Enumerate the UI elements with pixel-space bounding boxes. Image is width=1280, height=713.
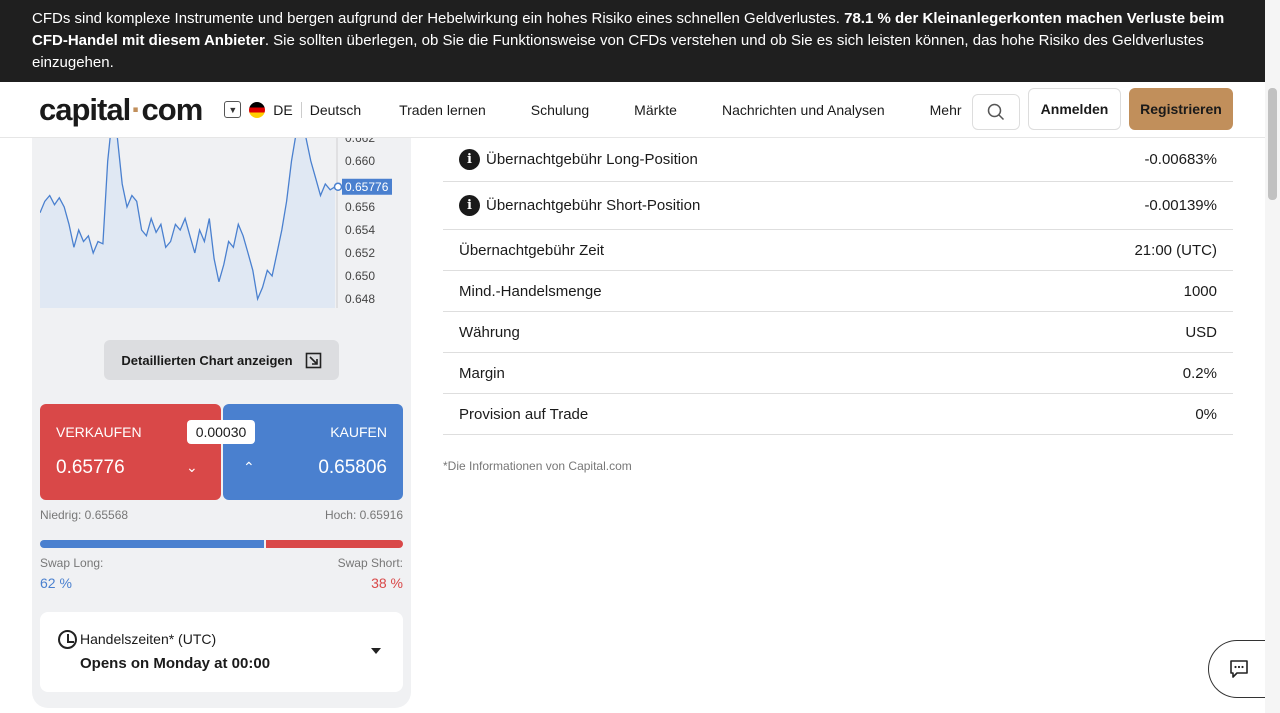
price-chart[interactable]: 0.6620.6600.6580.6560.6540.6520.6500.648… — [40, 138, 395, 308]
row-value: 21:00 (UTC) — [1134, 241, 1217, 259]
high-value: Hoch: 0.65916 — [324, 508, 403, 522]
row-label: Übernachtgebühr Zeit — [459, 241, 605, 259]
scrollbar-thumb[interactable] — [1268, 88, 1277, 200]
row-label: Margin — [459, 364, 505, 382]
swap-long-label: Swap Long: — [40, 556, 104, 570]
low-high-range: Niedrig: 0.65568 Hoch: 0.65916 — [40, 508, 403, 522]
row-value: 1000 — [1183, 282, 1217, 300]
row-value: -0.00139% — [1144, 197, 1217, 214]
expand-icon — [305, 352, 321, 368]
search-icon — [987, 103, 1005, 121]
row-label: Provision auf Trade — [459, 405, 589, 423]
y-tick-label: 0.654 — [345, 223, 375, 237]
nav-item-news[interactable]: Nachrichten und Analysen — [722, 102, 885, 118]
trading-hours-status: Opens on Monday at 00:00 — [80, 655, 271, 672]
table-row: Provision auf Trade 0% — [443, 394, 1233, 435]
detailed-chart-button[interactable]: Detaillierten Chart anzeigen — [104, 340, 339, 380]
nav-item-learn-trading[interactable]: Traden lernen — [399, 102, 486, 118]
swap-values: 62 % 38 % — [40, 575, 403, 591]
buy-button[interactable]: KAUFEN 0.65806 ⌃ — [223, 404, 403, 500]
swap-short-bar — [266, 540, 403, 548]
y-tick-label: 0.656 — [345, 200, 375, 214]
site-header: capital · com ▼ DE Deutsch Traden lernen S… — [0, 82, 1265, 138]
main-nav: Traden lernen Schulung Märkte Nachrichte… — [399, 102, 961, 118]
buy-price: 0.65806 — [318, 457, 387, 478]
table-row: Übernachtgebühr Zeit 21:00 (UTC) — [443, 230, 1233, 271]
logo-left: capital — [39, 91, 131, 127]
swap-short-label: Swap Short: — [337, 556, 403, 570]
instrument-details-table: i Übernachtgebühr Long-Position -0.00683%… — [443, 138, 1233, 435]
language-selector[interactable]: ▼ DE Deutsch — [224, 101, 361, 118]
divider — [300, 101, 302, 118]
row-label: Währung — [459, 323, 520, 341]
sell-button[interactable]: VERKAUFEN 0.65776 ⌄ — [40, 404, 221, 500]
chat-icon — [1229, 660, 1248, 678]
info-icon[interactable]: i — [459, 149, 480, 170]
risk-text: CFDs sind komplexe Instrumente und berge… — [32, 10, 845, 27]
table-row: Währung USD — [443, 312, 1233, 353]
language-code: DE — [273, 101, 293, 118]
table-row: i Übernachtgebühr Long-Position -0.00683% — [443, 138, 1233, 182]
info-icon[interactable]: i — [459, 195, 480, 216]
buy-label: KAUFEN — [330, 424, 387, 440]
swap-short-value: 38 % — [371, 575, 403, 591]
y-tick-label: 0.648 — [345, 292, 375, 306]
row-value: 0.2% — [1182, 364, 1217, 382]
table-row: Mind.-Handelsmenge 1000 — [443, 271, 1233, 312]
logo-right: com — [141, 91, 204, 127]
logo-dot: · — [131, 91, 141, 127]
trading-hours[interactable]: Handelszeiten* (UTC) Opens on Monday at … — [40, 612, 403, 692]
trading-hours-title: Handelszeiten* (UTC) — [80, 631, 217, 647]
current-price-label: 0.65776 — [345, 180, 389, 194]
instrument-panel: 0.6620.6600.6580.6560.6540.6520.6500.648… — [32, 138, 411, 708]
scrollbar[interactable] — [1265, 0, 1280, 713]
sell-label: VERKAUFEN — [56, 424, 142, 440]
y-tick-label: 0.662 — [345, 138, 375, 145]
row-value: -0.00683% — [1144, 151, 1217, 168]
row-label: Übernachtgebühr Long-Position — [486, 151, 698, 168]
chat-button[interactable] — [1208, 640, 1268, 698]
row-label: Übernachtgebühr Short-Position — [486, 197, 701, 214]
swap-long-bar — [40, 540, 265, 548]
sell-price: 0.65776 — [56, 457, 125, 478]
chevron-down-icon: ⌄ — [186, 459, 198, 475]
chevron-down-icon: ▼ — [224, 101, 242, 118]
swap-labels: Swap Long: Swap Short: — [40, 556, 403, 570]
chevron-down-icon[interactable] — [371, 648, 381, 654]
row-label: Mind.-Handelsmenge — [459, 282, 602, 300]
y-tick-label: 0.650 — [345, 269, 375, 283]
row-value: 0% — [1195, 405, 1217, 423]
clock-icon — [58, 630, 77, 649]
source-note: *Die Informationen von Capital.com — [443, 459, 632, 473]
login-button[interactable]: Anmelden — [1028, 88, 1121, 130]
swap-long-value: 62 % — [40, 575, 72, 591]
nav-item-education[interactable]: Schulung — [531, 102, 589, 118]
table-row: Margin 0.2% — [443, 353, 1233, 394]
spread-badge: 0.00030 — [187, 420, 255, 444]
y-tick-label: 0.652 — [345, 246, 375, 260]
risk-warning-banner: CFDs sind komplexe Instrumente und berge… — [0, 0, 1265, 82]
chevron-up-icon: ⌃ — [243, 459, 255, 475]
y-tick-label: 0.660 — [345, 154, 375, 168]
nav-item-more[interactable]: Mehr — [930, 102, 962, 118]
search-button[interactable] — [972, 94, 1020, 130]
german-flag-icon — [249, 101, 266, 118]
nav-item-markets[interactable]: Märkte — [634, 102, 677, 118]
language-name: Deutsch — [309, 101, 362, 118]
low-value: Niedrig: 0.65568 — [40, 508, 129, 522]
row-value: USD — [1185, 323, 1217, 341]
current-price-dot — [333, 182, 343, 192]
table-row: i Übernachtgebühr Short-Position -0.00139… — [443, 182, 1233, 230]
swap-ratio-bar — [40, 540, 403, 548]
detailed-chart-label: Detaillierten Chart anzeigen — [121, 352, 293, 368]
logo[interactable]: capital · com — [39, 91, 204, 128]
register-button[interactable]: Registrieren — [1129, 88, 1233, 130]
